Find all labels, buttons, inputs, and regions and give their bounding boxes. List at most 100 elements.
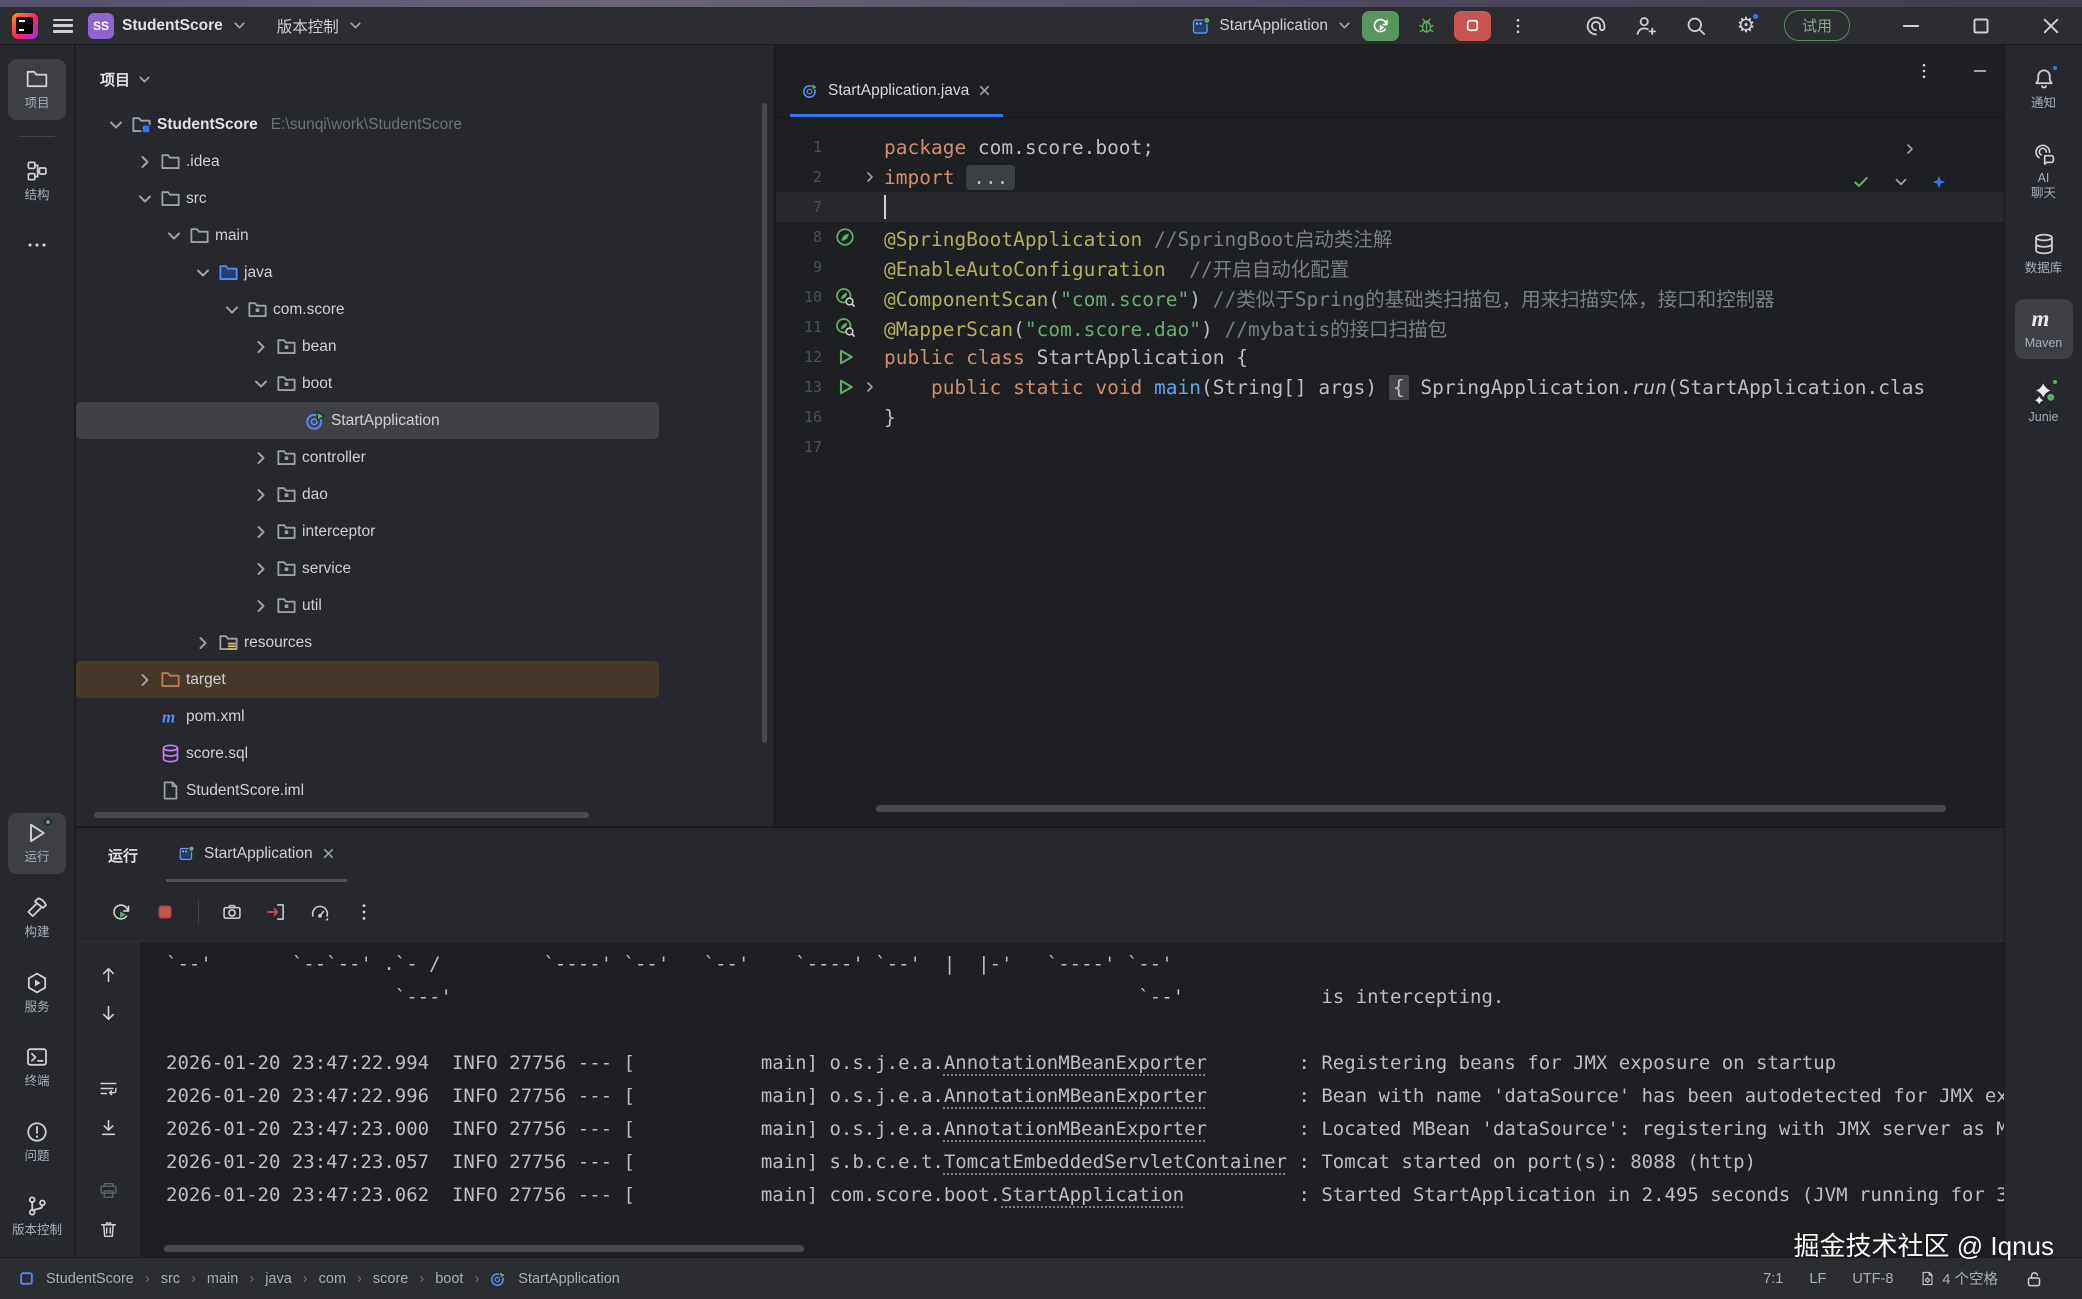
stripe-item-项目[interactable]: 项目 (8, 59, 66, 120)
tree-item-java[interactable]: java (76, 254, 774, 291)
next-occurrence-icon[interactable] (98, 1003, 119, 1024)
editor-options-icon[interactable] (1914, 61, 1934, 81)
stripe-item-more[interactable] (8, 225, 66, 270)
breadcrumb-item-StartApplication[interactable]: StartApplication (518, 1271, 620, 1287)
tree-item-controller[interactable]: controller (76, 439, 774, 476)
breadcrumb-item-boot[interactable]: boot (435, 1271, 463, 1287)
console-class-link[interactable]: StartApplication (1001, 1184, 1184, 1206)
gauge-icon[interactable] (309, 901, 331, 923)
console-class-link[interactable]: AnnotationMBeanExporter (944, 1052, 1207, 1074)
ai-spark-icon[interactable] (1932, 175, 1946, 189)
tree-item-bean[interactable]: bean (76, 328, 774, 365)
clear-icon[interactable] (98, 1219, 119, 1240)
maximize-icon[interactable] (1968, 13, 1994, 39)
run-configuration-selector[interactable]: StartApplication (1191, 16, 1353, 36)
console-class-link[interactable]: AnnotationMBeanExporter (944, 1085, 1207, 1107)
expand-panel-icon[interactable] (1902, 141, 1918, 157)
breadcrumb-item-score[interactable]: score (373, 1271, 408, 1287)
main-menu-icon[interactable] (53, 19, 73, 33)
project-widget[interactable]: SS StudentScore (88, 13, 248, 39)
breadcrumb-item-StudentScore[interactable]: StudentScore (46, 1271, 134, 1287)
add-user-icon[interactable] (1634, 14, 1658, 38)
tree-item-util[interactable]: util (76, 587, 774, 624)
console-horizontal-scrollbar[interactable] (164, 1245, 804, 1252)
tree-expand-icon[interactable] (135, 152, 155, 172)
fold-icon[interactable] (860, 169, 880, 185)
tree-collapse-icon[interactable] (106, 115, 126, 135)
console-class-link[interactable]: AnnotationMBeanExporter (944, 1118, 1207, 1140)
minimize-icon[interactable] (1898, 13, 1924, 39)
run-tri-gutter-icon[interactable] (830, 377, 860, 397)
project-panel-header[interactable]: 项目 (76, 45, 774, 100)
bean-search-gutter-icon[interactable] (830, 317, 860, 337)
run-console[interactable]: `--' `--`--' .`- / `----' `--' `--' `---… (140, 942, 2082, 1257)
stripe-item-AI-聊天[interactable]: AI 聊天 (2015, 134, 2073, 210)
tree-item-.idea[interactable]: .idea (76, 143, 774, 180)
tree-item-StudentScore.iml[interactable]: StudentScore.iml (76, 772, 774, 809)
debug-button[interactable] (1408, 11, 1445, 41)
tree-expand-icon[interactable] (251, 485, 271, 505)
stop-button[interactable] (1454, 11, 1491, 41)
tree-expand-icon[interactable] (251, 337, 271, 357)
tree-collapse-icon[interactable] (222, 300, 242, 320)
tree-expand-icon[interactable] (251, 596, 271, 616)
tree-item-main[interactable]: main (76, 217, 774, 254)
editor-tab-startapplication[interactable]: StartApplication.java (790, 67, 1003, 117)
close-tab-icon[interactable] (322, 847, 335, 860)
camera-icon[interactable] (221, 901, 243, 923)
run-tri-gutter-icon[interactable] (830, 347, 860, 367)
tree-collapse-icon[interactable] (164, 226, 184, 246)
indent-setting[interactable]: 4 个空格 (1919, 1268, 1998, 1289)
caret-position[interactable]: 7:1 (1763, 1271, 1783, 1287)
stripe-item-运行[interactable]: 运行 (8, 813, 66, 874)
bean-gutter-icon[interactable] (830, 227, 860, 247)
stripe-item-终端[interactable]: 终端 (8, 1037, 66, 1098)
tree-item-boot[interactable]: boot (76, 365, 774, 402)
scroll-end-icon[interactable] (98, 1117, 119, 1138)
breadcrumb-item-java[interactable]: java (265, 1271, 292, 1287)
vcs-widget[interactable]: 版本控制 (277, 15, 364, 37)
project-tree[interactable]: StudentScoreE:\sunqi\work\StudentScore.i… (76, 100, 774, 809)
tree-expand-icon[interactable] (135, 670, 155, 690)
console-class-link[interactable]: TomcatEmbeddedServletContainer (944, 1151, 1287, 1173)
breadcrumb-item-main[interactable]: main (207, 1271, 238, 1287)
chevron-down-icon[interactable] (1892, 173, 1910, 191)
stripe-item-服务[interactable]: 服务 (8, 963, 66, 1024)
tree-item-dao[interactable]: dao (76, 476, 774, 513)
tree-item-src[interactable]: src (76, 180, 774, 217)
stripe-item-通知[interactable]: 通知 (2015, 59, 2073, 120)
tree-item-resources[interactable]: resources (76, 624, 774, 661)
stripe-item-问题[interactable]: 问题 (8, 1112, 66, 1173)
tree-expand-icon[interactable] (251, 559, 271, 579)
stripe-item-Junie[interactable]: Junie (2015, 373, 2073, 434)
stripe-item-数据库[interactable]: 数据库 (2015, 224, 2073, 285)
hide-editor-icon[interactable] (1970, 61, 1990, 81)
run-tab-startapplication[interactable]: StartApplication (166, 828, 347, 882)
tree-collapse-icon[interactable] (251, 374, 271, 394)
tree-item-interceptor[interactable]: interceptor (76, 513, 774, 550)
stripe-item-结构[interactable]: 结构 (8, 151, 66, 212)
tree-item-score.sql[interactable]: score.sql (76, 735, 774, 772)
more-actions-icon[interactable] (1508, 16, 1528, 36)
tree-item-StudentScore[interactable]: StudentScoreE:\sunqi\work\StudentScore (76, 106, 774, 143)
breadcrumb-item-src[interactable]: src (161, 1271, 180, 1287)
tree-collapse-icon[interactable] (193, 263, 213, 283)
search-icon[interactable] (1684, 14, 1708, 38)
tree-expand-icon[interactable] (251, 522, 271, 542)
inspections-ok-icon[interactable] (1852, 173, 1870, 191)
tree-item-StartApplication[interactable]: StartApplication (76, 402, 659, 439)
stop-icon[interactable] (154, 901, 176, 923)
editor-horizontal-scrollbar[interactable] (876, 805, 1946, 812)
bean-search-gutter-icon[interactable] (830, 287, 860, 307)
code-editor[interactable]: 1package com.score.boot;2import ...78@Sp… (776, 118, 2004, 462)
close-tab-icon[interactable] (978, 84, 991, 97)
trial-badge[interactable]: 试用 (1784, 10, 1850, 41)
project-tree-vertical-scrollbar[interactable] (762, 103, 767, 743)
stripe-item-Maven[interactable]: mMaven (2015, 299, 2073, 360)
file-encoding[interactable]: UTF-8 (1852, 1271, 1893, 1287)
stripe-item-版本控制[interactable]: 版本控制 (8, 1186, 66, 1247)
tree-item-pom.xml[interactable]: mpom.xml (76, 698, 774, 735)
rerun-icon[interactable] (110, 901, 132, 923)
prev-occurrence-icon[interactable] (98, 964, 119, 985)
softwrap-icon[interactable] (98, 1078, 119, 1099)
